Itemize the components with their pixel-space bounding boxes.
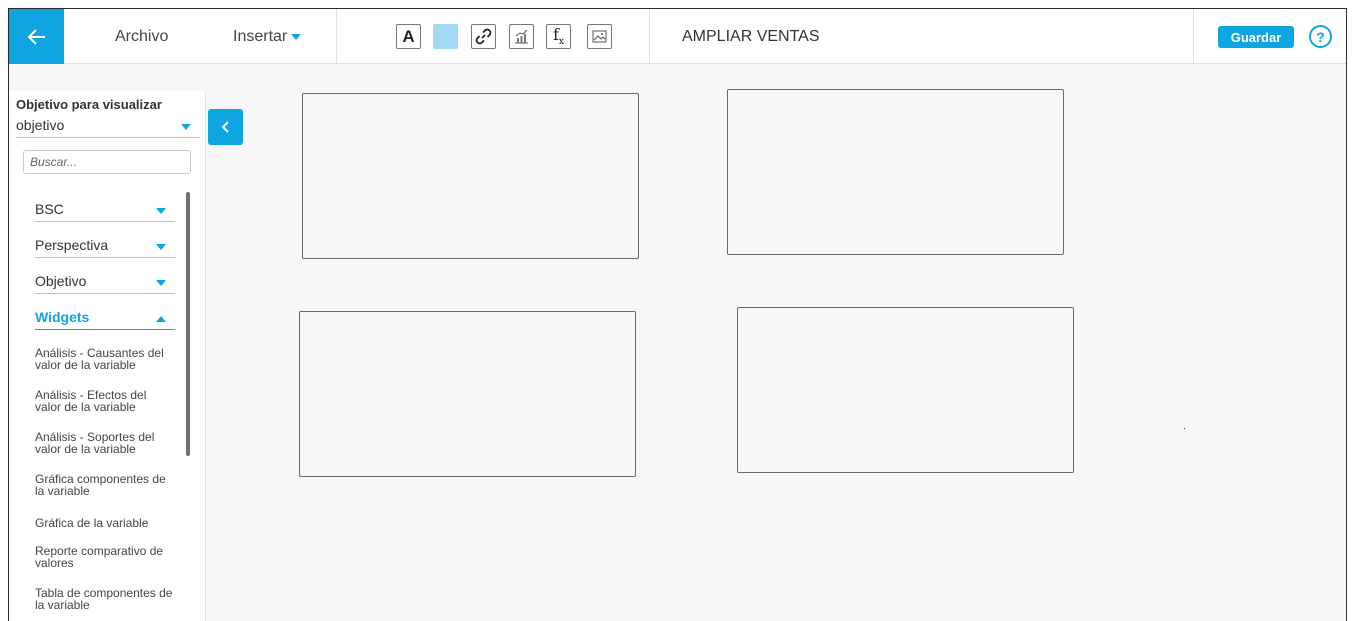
save-button[interactable]: Guardar — [1218, 26, 1294, 48]
image-tool-button[interactable] — [587, 24, 612, 49]
link-tool-button[interactable] — [471, 24, 496, 49]
objective-select[interactable]: objetivo — [16, 117, 199, 138]
widget-placeholder[interactable] — [727, 89, 1064, 255]
separator — [649, 9, 650, 64]
filter-perspectiva[interactable]: Perspectiva — [35, 237, 175, 258]
stray-dot — [1184, 428, 1185, 429]
help-icon[interactable]: ? — [1309, 25, 1332, 48]
formula-icon: fx — [553, 25, 564, 47]
widget-item[interactable]: Análisis - Efectos del valor de la varia… — [35, 389, 175, 413]
chevron-up-icon — [156, 316, 166, 322]
page-title: AMPLIAR VENTAS — [682, 28, 820, 45]
widget-item[interactable]: Análisis - Causantes del valor de la var… — [35, 347, 175, 371]
widget-placeholder[interactable] — [737, 307, 1074, 473]
chart-icon — [515, 29, 528, 44]
widget-item[interactable]: Gráfica componentes de la variable — [35, 473, 175, 497]
menu-insert-label: Insertar — [233, 27, 288, 45]
objective-sidebar: Objetivo para visualizar objetivo BSC Pe… — [9, 91, 206, 621]
widget-placeholder[interactable] — [302, 93, 639, 259]
separator — [1193, 9, 1194, 64]
chevron-down-icon — [181, 124, 191, 130]
filter-objetivo[interactable]: Objetivo — [35, 273, 175, 294]
collapse-sidebar-button[interactable] — [208, 109, 243, 145]
widget-placeholder[interactable] — [299, 311, 636, 477]
separator — [336, 9, 337, 64]
chevron-down-icon — [156, 280, 166, 286]
objective-select-value: objetivo — [16, 117, 65, 133]
search-input[interactable] — [23, 150, 191, 174]
chart-tool-button[interactable] — [509, 24, 534, 49]
back-button[interactable] — [9, 9, 64, 64]
color-tool-button[interactable] — [433, 24, 458, 49]
filter-widgets[interactable]: Widgets — [35, 309, 175, 330]
menu-file[interactable]: Archivo — [115, 9, 168, 64]
menu-file-label: Archivo — [115, 27, 169, 45]
caret-down-icon — [291, 33, 302, 40]
formula-tool-button[interactable]: fx — [546, 24, 571, 49]
filter-label: Perspectiva — [35, 237, 109, 253]
chevron-down-icon — [156, 244, 166, 250]
back-arrow-icon — [27, 28, 45, 45]
link-icon — [475, 28, 492, 45]
editor-frame: Archivo Insertar A fx AMPLIAR VENTAS Gua… — [8, 8, 1347, 621]
menu-insert[interactable]: Insertar — [233, 9, 302, 64]
chevron-down-icon — [156, 208, 166, 214]
filter-label: BSC — [35, 201, 64, 217]
filter-label: Widgets — [35, 309, 90, 325]
filter-bsc[interactable]: BSC — [35, 201, 175, 222]
formula-subscript: x — [558, 37, 564, 48]
sidebar-scrollbar[interactable] — [186, 192, 190, 456]
text-icon: A — [402, 26, 415, 46]
text-tool-button[interactable]: A — [396, 24, 421, 49]
widget-item[interactable]: Gráfica de la variable — [35, 517, 175, 529]
widget-item[interactable]: Tabla de componentes de la variable — [35, 587, 175, 611]
filter-label: Objetivo — [35, 273, 87, 289]
top-bar: Archivo Insertar A fx AMPLIAR VENTAS Gua… — [9, 9, 1346, 64]
image-icon — [592, 30, 607, 43]
widget-item[interactable]: Análisis - Soportes del valor de la vari… — [35, 431, 175, 455]
chevron-left-icon — [221, 121, 229, 133]
widget-item[interactable]: Reporte comparativo de valores — [35, 545, 175, 569]
sidebar-title: Objetivo para visualizar — [16, 97, 162, 112]
